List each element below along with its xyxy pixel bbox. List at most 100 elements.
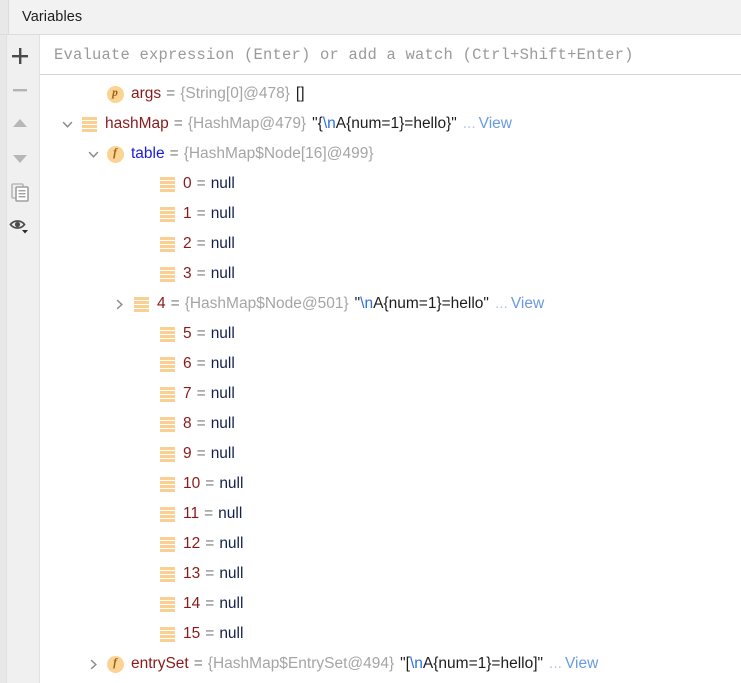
variable-name: 7 (183, 385, 192, 402)
tree-row-label: table = {HashMap$Node[16]@499} (131, 139, 374, 169)
minus-icon (9, 79, 31, 101)
tree-row[interactable]: 14 = null (40, 589, 741, 619)
tree-row[interactable]: p args = {String[0]@478} [] (40, 79, 741, 109)
array-icon (156, 236, 178, 252)
chevron-down-icon[interactable] (82, 148, 104, 161)
debugger-toolbar (0, 35, 40, 683)
equals-sign: = (205, 595, 215, 612)
equals-sign: = (205, 535, 215, 552)
tree-row[interactable]: 9 = null (40, 439, 741, 469)
equals-sign: = (169, 145, 179, 162)
variable-value: [] (295, 85, 305, 102)
move-up-button[interactable] (3, 107, 37, 141)
variable-type: {HashMap$Node[16]@499} (183, 145, 374, 162)
view-link[interactable]: View (476, 109, 512, 139)
tree-row[interactable]: 6 = null (40, 349, 741, 379)
variables-tab-bar: Variables (0, 0, 741, 35)
add-watch-button[interactable] (3, 39, 37, 73)
null-value: null (210, 265, 235, 282)
tree-row-label: hashMap = {HashMap@479} "{\nA{num=1}=hello}… (105, 109, 512, 139)
view-link[interactable]: View (508, 289, 544, 319)
equals-sign: = (196, 265, 206, 282)
equals-sign: = (204, 505, 214, 522)
copy-value-button[interactable] (3, 175, 37, 209)
tree-row[interactable]: 15 = null (40, 619, 741, 649)
tree-row[interactable]: 0 = null (40, 169, 741, 199)
escape-sequence: \n (409, 655, 423, 672)
null-value: null (210, 175, 235, 192)
tree-row-label: 12 = null (183, 529, 243, 559)
eye-icon (8, 214, 32, 238)
equals-sign: = (196, 205, 206, 222)
tree-row[interactable]: 12 = null (40, 529, 741, 559)
arrow-up-icon (9, 113, 31, 135)
equals-sign: = (196, 355, 206, 372)
tree-row[interactable]: 4 = {HashMap$Node@501} "\nA{num=1}=hello"..… (40, 289, 741, 319)
parameter-icon: p (104, 85, 126, 103)
tree-row-label: entrySet = {HashMap$EntrySet@494} "[\nA{num… (131, 649, 598, 679)
variable-name: 1 (183, 205, 192, 222)
variable-name: 0 (183, 175, 192, 192)
array-icon (156, 266, 178, 282)
variable-value: "{\nA{num=1}=hello}" (312, 115, 457, 132)
variables-tree[interactable]: p args = {String[0]@478}[] hashMap = {HashMap@… (40, 75, 741, 683)
chevron-right-icon[interactable] (108, 298, 130, 311)
null-value: null (210, 325, 235, 342)
equals-sign: = (196, 325, 206, 342)
tree-row[interactable]: 13 = null (40, 559, 741, 589)
tree-row[interactable]: 7 = null (40, 379, 741, 409)
field-icon: f (104, 145, 126, 163)
evaluate-expression-input[interactable] (52, 44, 741, 65)
null-value: null (210, 445, 235, 462)
tree-row[interactable]: 3 = null (40, 259, 741, 289)
variable-name: 6 (183, 355, 192, 372)
tree-row-label: 8 = null (183, 409, 235, 439)
tree-row[interactable]: 11 = null (40, 499, 741, 529)
null-value: null (210, 385, 235, 402)
tree-row[interactable]: hashMap = {HashMap@479} "{\nA{num=1}=hello}… (40, 109, 741, 139)
variable-value: "[\nA{num=1}=hello]" (400, 655, 544, 672)
tree-row[interactable]: 1 = null (40, 199, 741, 229)
tree-row[interactable]: 2 = null (40, 229, 741, 259)
ellipsis-truncation: ... (549, 655, 562, 672)
variable-name: 4 (157, 295, 166, 312)
array-icon (156, 176, 178, 192)
equals-sign: = (196, 175, 206, 192)
null-value: null (210, 415, 235, 432)
tree-row-label: 10 = null (183, 469, 243, 499)
ellipsis-truncation: ... (462, 115, 476, 132)
variable-type: {String[0]@478} (180, 85, 290, 102)
variable-name: table (131, 145, 165, 162)
field-icon: f (104, 655, 126, 673)
ellipsis-truncation: ... (494, 295, 508, 312)
remove-watch-button[interactable] (3, 73, 37, 107)
equals-sign: = (205, 625, 215, 642)
null-value: null (219, 475, 244, 492)
tree-row-label: 3 = null (183, 259, 235, 289)
tab-variables[interactable]: Variables (22, 9, 82, 25)
tree-row[interactable]: 5 = null (40, 319, 741, 349)
equals-sign: = (196, 415, 206, 432)
chevron-down-icon[interactable] (56, 118, 78, 131)
chevron-right-icon[interactable] (82, 658, 104, 671)
tree-row-label: 4 = {HashMap$Node@501} "\nA{num=1}=hello"..… (157, 289, 544, 319)
array-icon (156, 206, 178, 222)
tree-row[interactable]: 10 = null (40, 469, 741, 499)
escape-sequence: \n (322, 115, 336, 132)
view-link[interactable]: View (562, 649, 598, 679)
array-icon (156, 386, 178, 402)
tree-row-label: 7 = null (183, 379, 235, 409)
array-icon (156, 566, 178, 582)
null-value: null (210, 205, 235, 222)
tree-row[interactable]: f table = {HashMap$Node[16]@499} (40, 139, 741, 169)
array-icon (156, 356, 178, 372)
view-options-button[interactable] (3, 209, 37, 243)
move-down-button[interactable] (3, 141, 37, 175)
equals-sign: = (173, 115, 183, 132)
tree-row[interactable]: 8 = null (40, 409, 741, 439)
tree-row-label: args = {String[0]@478} [] (131, 79, 305, 109)
tree-row-label: 0 = null (183, 169, 235, 199)
variable-name: 11 (183, 505, 200, 522)
tree-row[interactable]: f entrySet = {HashMap$EntrySet@494} "[\nA{nu… (40, 649, 741, 679)
null-value: null (210, 355, 235, 372)
